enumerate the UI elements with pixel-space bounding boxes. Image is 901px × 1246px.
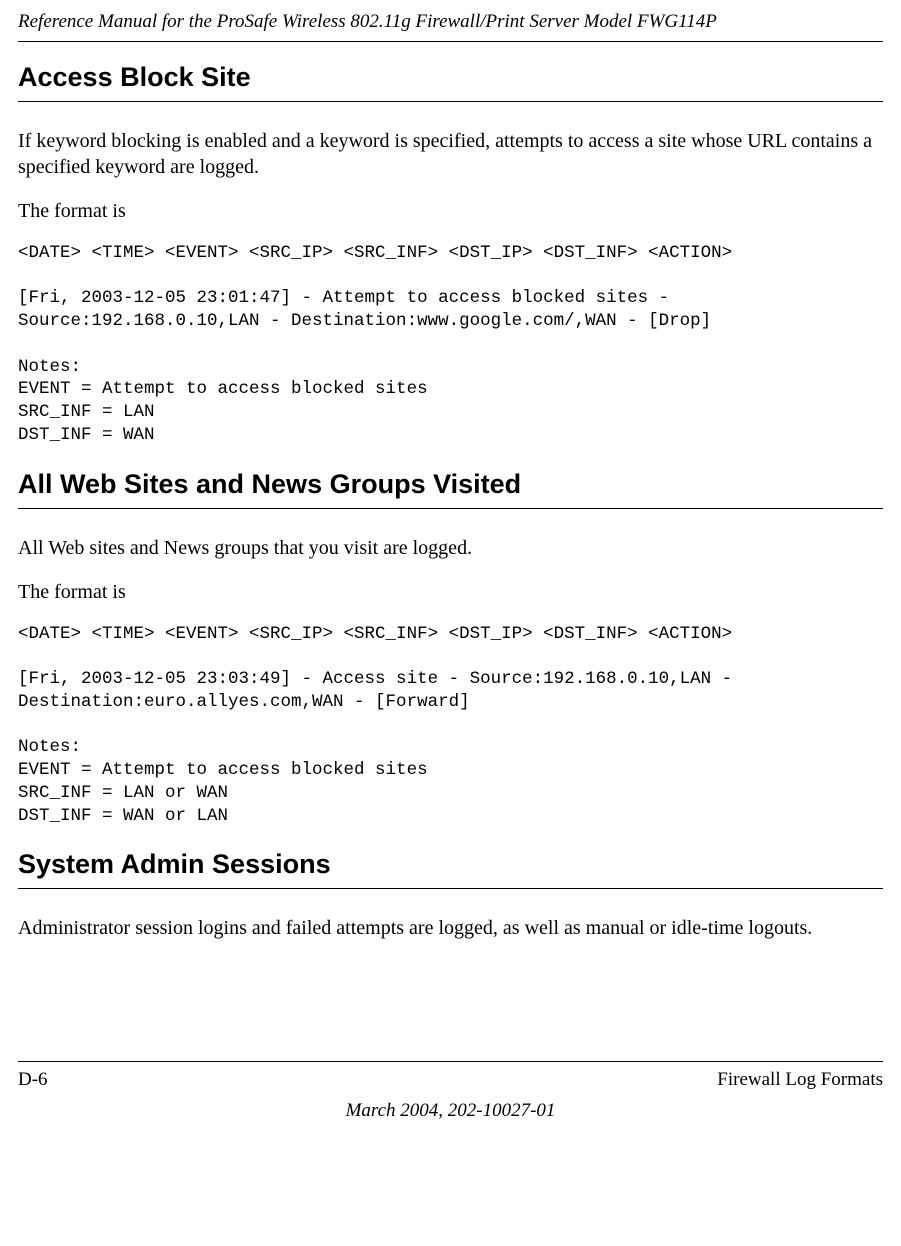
section-heading-access-block-site: Access Block Site — [18, 60, 883, 95]
body-paragraph: The format is — [18, 579, 883, 605]
body-paragraph: Administrator session logins and failed … — [18, 915, 883, 941]
code-block: <DATE> <TIME> <EVENT> <SRC_IP> <SRC_INF>… — [18, 242, 883, 447]
footer-page-number: D-6 — [18, 1068, 48, 1093]
footer-rule — [18, 1061, 883, 1062]
footer-section-title: Firewall Log Formats — [717, 1068, 883, 1093]
running-header: Reference Manual for the ProSafe Wireles… — [18, 0, 883, 41]
page-footer: D-6 Firewall Log Formats March 2004, 202… — [18, 1061, 883, 1123]
code-block: <DATE> <TIME> <EVENT> <SRC_IP> <SRC_INF>… — [18, 623, 883, 828]
section-rule — [18, 888, 883, 889]
section-heading-system-admin-sessions: System Admin Sessions — [18, 847, 883, 882]
body-paragraph: All Web sites and News groups that you v… — [18, 535, 883, 561]
header-rule — [18, 41, 883, 42]
section-rule — [18, 508, 883, 509]
footer-doc-info: March 2004, 202-10027-01 — [18, 1099, 883, 1124]
section-rule — [18, 101, 883, 102]
body-paragraph: If keyword blocking is enabled and a key… — [18, 128, 883, 180]
section-heading-web-sites-visited: All Web Sites and News Groups Visited — [18, 467, 883, 502]
body-paragraph: The format is — [18, 198, 883, 224]
